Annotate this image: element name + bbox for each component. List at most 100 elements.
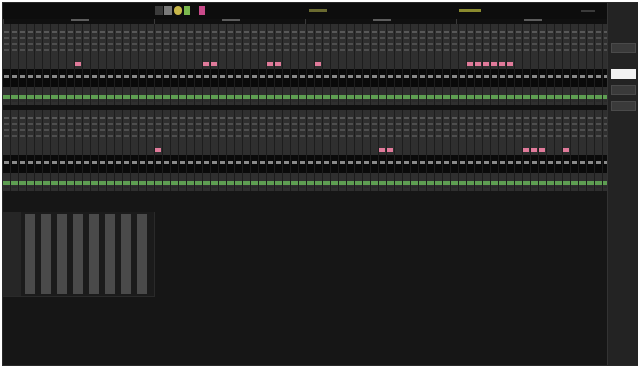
channel-strip[interactable] (139, 110, 147, 191)
channel-strip[interactable] (19, 24, 27, 105)
channel-strip[interactable] (323, 110, 331, 191)
channel-strip[interactable] (147, 24, 155, 105)
channel-strip[interactable] (235, 24, 243, 105)
mute-indicator[interactable] (467, 62, 473, 66)
channel-strip[interactable] (443, 110, 451, 191)
channel-strip[interactable] (499, 110, 507, 191)
channel-strip[interactable] (547, 24, 555, 105)
mute-indicator[interactable] (491, 62, 497, 66)
channel-strip[interactable] (259, 110, 267, 191)
channel-strip[interactable] (171, 24, 179, 105)
channel-strip[interactable] (571, 110, 579, 191)
channel-strip[interactable] (3, 24, 11, 105)
mute-indicator[interactable] (387, 148, 393, 152)
channel-strip[interactable] (251, 110, 259, 191)
transport-play-icon[interactable] (155, 6, 163, 15)
mute-indicator[interactable] (267, 62, 273, 66)
channel-strip[interactable] (299, 110, 307, 191)
mute-indicator[interactable] (499, 62, 505, 66)
channel-strip[interactable] (27, 24, 35, 105)
channel-strip[interactable] (251, 24, 259, 105)
transport-stop-icon[interactable] (164, 6, 172, 15)
transport-record-icon[interactable] (174, 6, 182, 15)
channel-strip[interactable] (91, 110, 99, 191)
channel-strip[interactable] (339, 24, 347, 105)
mute-indicator[interactable] (523, 148, 529, 152)
channel-strip[interactable] (51, 110, 59, 191)
channel-strip[interactable] (203, 110, 211, 191)
channel-strip[interactable] (355, 110, 363, 191)
channel-strip[interactable] (555, 110, 563, 191)
channel-strip[interactable] (43, 110, 51, 191)
channel-strip[interactable] (123, 110, 131, 191)
channel-strip[interactable] (59, 110, 67, 191)
channel-strip[interactable] (555, 24, 563, 105)
channel-strip[interactable] (211, 110, 219, 191)
channel-strip[interactable] (419, 110, 427, 191)
channel-strip[interactable] (515, 110, 523, 191)
channel-strip[interactable] (219, 110, 227, 191)
channel-strip[interactable] (99, 24, 107, 105)
channel-strip[interactable] (155, 24, 163, 105)
panel-button-2[interactable] (611, 69, 636, 79)
channel-strip[interactable] (19, 110, 27, 191)
channel-strip[interactable] (403, 24, 411, 105)
mute-indicator[interactable] (211, 62, 217, 66)
fx-slot[interactable] (41, 214, 51, 294)
mute-indicator[interactable] (563, 148, 569, 152)
channel-strip[interactable] (75, 110, 83, 191)
mute-indicator[interactable] (507, 62, 513, 66)
channel-strip[interactable] (483, 110, 491, 191)
mute-indicator[interactable] (75, 62, 81, 66)
channel-strip[interactable] (427, 110, 435, 191)
channel-strip[interactable] (291, 24, 299, 105)
channel-strip[interactable] (395, 24, 403, 105)
channel-strip[interactable] (195, 24, 203, 105)
channel-strip[interactable] (507, 110, 515, 191)
channel-strip[interactable] (267, 110, 275, 191)
channel-strip[interactable] (107, 110, 115, 191)
panel-button-3[interactable] (611, 85, 636, 95)
channel-strip[interactable] (331, 24, 339, 105)
channel-strip[interactable] (411, 110, 419, 191)
mute-indicator[interactable] (475, 62, 481, 66)
fx-slot[interactable] (121, 214, 131, 294)
channel-strip[interactable] (467, 110, 475, 191)
channel-strip[interactable] (435, 24, 443, 105)
channel-strip[interactable] (51, 24, 59, 105)
marker-icon[interactable] (199, 6, 205, 15)
channel-strip[interactable] (35, 24, 43, 105)
channel-strip[interactable] (43, 24, 51, 105)
channel-strip[interactable] (579, 110, 587, 191)
channel-strip[interactable] (291, 110, 299, 191)
fx-slot[interactable] (57, 214, 67, 294)
channel-strip[interactable] (147, 110, 155, 191)
channel-strip[interactable] (427, 24, 435, 105)
channel-strip[interactable] (227, 24, 235, 105)
channel-strip[interactable] (179, 110, 187, 191)
channel-strip[interactable] (379, 24, 387, 105)
mute-indicator[interactable] (155, 148, 161, 152)
channel-strip[interactable] (307, 24, 315, 105)
channel-strip[interactable] (331, 110, 339, 191)
channel-strip[interactable] (115, 24, 123, 105)
channel-strip[interactable] (179, 24, 187, 105)
channel-strip[interactable] (275, 110, 283, 191)
channel-strip[interactable] (195, 110, 203, 191)
channel-strip[interactable] (283, 110, 291, 191)
channel-strip[interactable] (67, 110, 75, 191)
channel-strip[interactable] (315, 110, 323, 191)
channel-strip[interactable] (579, 24, 587, 105)
channel-strip[interactable] (163, 24, 171, 105)
channel-strip[interactable] (387, 24, 395, 105)
channel-strip[interactable] (171, 110, 179, 191)
channel-strip[interactable] (299, 24, 307, 105)
channel-strip[interactable] (523, 24, 531, 105)
channel-strip[interactable] (515, 24, 523, 105)
channel-strip[interactable] (371, 24, 379, 105)
channel-strip[interactable] (595, 110, 603, 191)
channel-strip[interactable] (363, 110, 371, 191)
channel-strip[interactable] (539, 24, 547, 105)
fx-slot[interactable] (89, 214, 99, 294)
channel-strip[interactable] (355, 24, 363, 105)
